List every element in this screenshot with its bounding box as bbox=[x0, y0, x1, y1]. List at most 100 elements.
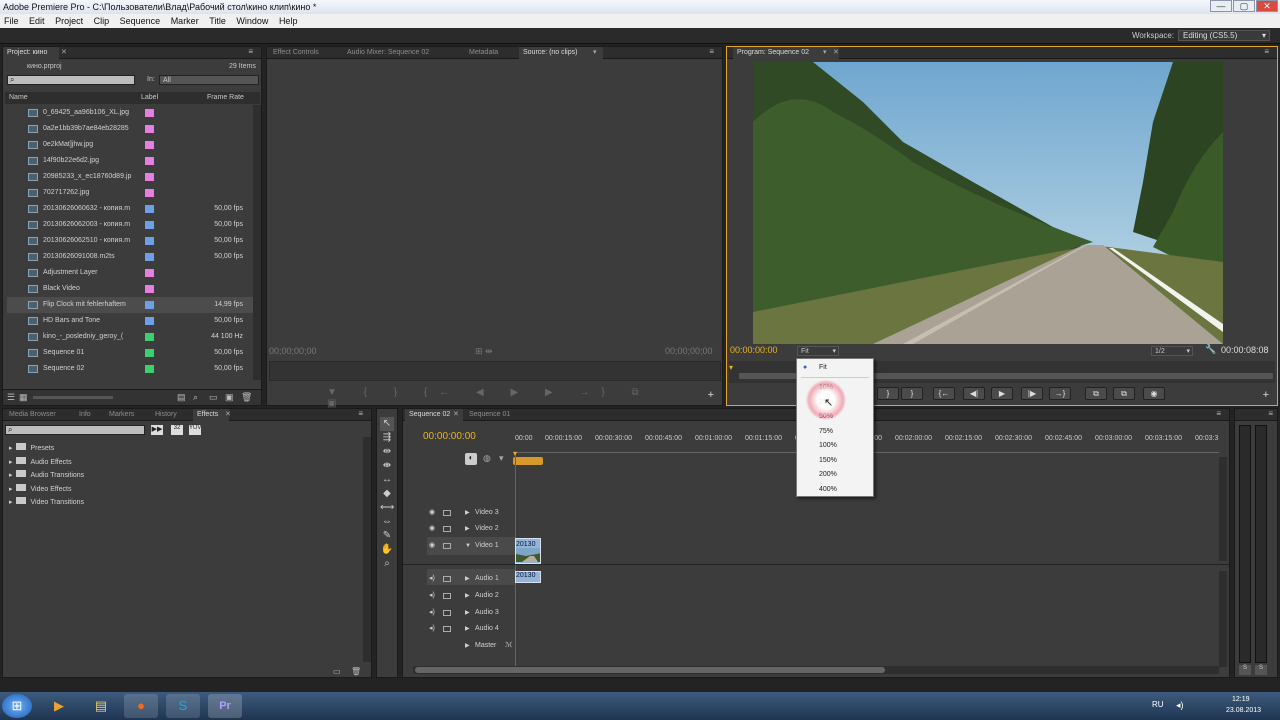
speaker-icon[interactable]: ◂) bbox=[429, 588, 435, 604]
project-item[interactable]: Sequence 02 50,00 fps bbox=[7, 361, 257, 377]
safe-margin-icon[interactable]: ⊞ ⇹ bbox=[475, 346, 493, 357]
audio-scrollbar[interactable] bbox=[1219, 571, 1227, 667]
timeline-hscroll-thumb[interactable] bbox=[415, 667, 885, 673]
project-item[interactable]: 20130626062510 - копия.m 50,00 fps bbox=[7, 233, 257, 249]
go-to-out-button[interactable]: →} bbox=[1049, 387, 1071, 400]
firefox-icon[interactable]: ● bbox=[124, 694, 158, 718]
start-button[interactable]: ⊞ bbox=[2, 694, 32, 718]
panel-menu-icon[interactable]: ≡ bbox=[1268, 409, 1273, 418]
tab-audio-mixer[interactable]: Audio Mixer: Sequence 02 bbox=[343, 47, 443, 59]
tab-media-browser[interactable]: Media Browser bbox=[5, 409, 69, 421]
tab-effects[interactable]: Effects bbox=[193, 409, 229, 421]
expand-triangle-icon[interactable]: ▸ bbox=[9, 499, 13, 506]
source-timecode-left[interactable]: 00;00;00;00 bbox=[269, 346, 317, 356]
rolling-edit-tool-icon[interactable]: ⇼ bbox=[380, 459, 394, 473]
effects-folder[interactable]: ▸ Video Transitions bbox=[9, 497, 84, 506]
icon-view-icon[interactable]: ▦ bbox=[19, 392, 28, 403]
project-scrollbar[interactable] bbox=[253, 105, 261, 380]
effects-folder[interactable]: ▸ Audio Effects bbox=[9, 456, 72, 466]
extract-button[interactable]: ⧉ bbox=[1113, 387, 1135, 400]
expand-triangle-icon[interactable]: ▶ bbox=[465, 605, 470, 621]
expand-triangle-icon[interactable]: ▶ bbox=[465, 571, 470, 587]
delete-icon[interactable]: 🗑 bbox=[241, 392, 252, 403]
lock-toggle-icon[interactable] bbox=[443, 626, 451, 632]
expand-triangle-icon[interactable]: ▸ bbox=[9, 486, 13, 493]
language-indicator[interactable]: RU bbox=[1152, 700, 1164, 709]
project-item[interactable]: 20130626060632 - копия.m 50,00 fps bbox=[7, 201, 257, 217]
expand-triangle-icon[interactable]: ▶ bbox=[465, 621, 470, 637]
expand-triangle-icon[interactable]: ▶ bbox=[465, 505, 470, 521]
solo-right-button[interactable]: S bbox=[1255, 665, 1267, 675]
skype-icon[interactable]: S bbox=[166, 694, 200, 718]
track-header[interactable]: ◉ ▶ Video 2 bbox=[427, 521, 517, 537]
project-item[interactable]: 0_69425_aa96b106_XL.jpg bbox=[7, 105, 257, 121]
lock-toggle-icon[interactable] bbox=[443, 593, 451, 599]
wrench-icon[interactable]: 🔧 bbox=[1205, 344, 1216, 355]
solo-left-button[interactable]: S bbox=[1239, 665, 1251, 675]
timeline-hscroll[interactable] bbox=[413, 666, 1219, 674]
close-button[interactable]: ✕ bbox=[1256, 0, 1278, 12]
video-clip[interactable]: 20130 bbox=[515, 538, 541, 564]
project-item[interactable]: Sequence 01 50,00 fps bbox=[7, 345, 257, 361]
clock-date[interactable]: 23.08.2013 bbox=[1226, 707, 1261, 714]
project-search-input[interactable]: ⌕ bbox=[7, 75, 135, 85]
pen-tool-icon[interactable]: ✎ bbox=[380, 529, 394, 543]
project-item[interactable]: 20130626091008.m2ts 50,00 fps bbox=[7, 249, 257, 265]
project-item[interactable]: kino_-_posledniy_geroy_(44 100 Hz bbox=[7, 329, 257, 345]
menu-window[interactable]: Window bbox=[232, 14, 272, 28]
track-header[interactable]: ◂) ▶ Audio 3 bbox=[427, 605, 517, 621]
close-icon[interactable]: ✕ bbox=[453, 410, 459, 418]
speaker-icon[interactable]: ◂) bbox=[429, 571, 435, 587]
menu-project[interactable]: Project bbox=[51, 14, 87, 28]
32bit-effects-icon[interactable]: 32 bbox=[171, 425, 183, 435]
timeline-timecode[interactable]: 00:00:00:00 bbox=[423, 431, 476, 442]
speaker-icon[interactable]: ◂) bbox=[429, 605, 435, 621]
expand-triangle-icon[interactable]: ▸ bbox=[9, 445, 13, 452]
effects-folder[interactable]: ▸ Video Effects bbox=[9, 483, 71, 493]
project-item[interactable]: 702717262.jpg bbox=[7, 185, 257, 201]
resolution-dropdown[interactable]: 1/2 ▾ bbox=[1151, 346, 1193, 356]
project-item[interactable]: 20130626062003 - копия.m 50,00 fps bbox=[7, 217, 257, 233]
selection-tool-icon[interactable]: ↖ bbox=[380, 417, 394, 431]
ripple-edit-tool-icon[interactable]: ⇹ bbox=[380, 445, 394, 459]
col-label[interactable]: Label bbox=[141, 92, 158, 104]
menu-title[interactable]: Title bbox=[205, 14, 230, 28]
col-name[interactable]: Name bbox=[9, 92, 28, 104]
minimize-button[interactable]: — bbox=[1210, 0, 1232, 12]
slip-tool-icon[interactable]: ⟷ bbox=[380, 501, 394, 515]
step-back-button[interactable]: ◀| bbox=[963, 387, 985, 400]
close-icon[interactable]: ✕ bbox=[61, 48, 67, 56]
rate-stretch-tool-icon[interactable]: ↔ bbox=[380, 473, 394, 487]
menu-marker[interactable]: Marker bbox=[167, 14, 203, 28]
lock-toggle-icon[interactable] bbox=[443, 610, 451, 616]
project-item[interactable]: 0a2e1bb39b7ae84eb28285 bbox=[7, 121, 257, 137]
eye-icon[interactable]: ◉ bbox=[429, 505, 435, 521]
lock-toggle-icon[interactable] bbox=[443, 510, 451, 516]
add-button-icon[interactable]: + bbox=[1263, 389, 1269, 401]
zoom-tool-icon[interactable]: ⌕ bbox=[380, 557, 394, 571]
speaker-icon[interactable]: ◂) bbox=[429, 621, 435, 637]
play-button[interactable]: ▶ bbox=[991, 387, 1013, 400]
close-icon[interactable]: ✕ bbox=[225, 410, 231, 418]
zoom-menu-item[interactable]: 200% bbox=[819, 468, 871, 481]
tab-sequence-01[interactable]: Sequence 01 bbox=[465, 409, 521, 421]
automate-icon[interactable]: ▤ bbox=[177, 392, 186, 403]
expand-triangle-icon[interactable]: ▶ bbox=[465, 521, 470, 537]
track-select-tool-icon[interactable]: ⇶ bbox=[380, 431, 394, 445]
work-area-bar[interactable] bbox=[513, 457, 543, 465]
volume-icon[interactable]: ◂) bbox=[1176, 700, 1184, 711]
lock-toggle-icon[interactable] bbox=[443, 543, 451, 549]
expand-triangle-icon[interactable]: ▶ bbox=[465, 588, 470, 604]
project-item[interactable]: Flip Clock mit fehlerhaftem 14,99 fps bbox=[7, 297, 257, 313]
hand-tool-icon[interactable]: ✋ bbox=[380, 543, 394, 557]
close-icon[interactable]: ✕ bbox=[833, 48, 839, 56]
track-header[interactable]: ◉ ▼ Video 1 bbox=[427, 538, 517, 554]
project-item[interactable]: 0e2kMat]jhw.jpg bbox=[7, 137, 257, 153]
effects-folder[interactable]: ▸ Presets bbox=[9, 443, 54, 452]
add-button-icon[interactable]: + bbox=[708, 389, 714, 401]
track-header[interactable]: ◉ ▶ Video 3 bbox=[427, 505, 517, 521]
chevron-down-icon[interactable]: ▾ bbox=[593, 48, 597, 56]
expand-triangle-icon[interactable]: ▶ bbox=[465, 638, 470, 654]
chevron-down-icon[interactable]: ▾ bbox=[823, 48, 827, 56]
effects-scrollbar[interactable] bbox=[363, 437, 371, 662]
